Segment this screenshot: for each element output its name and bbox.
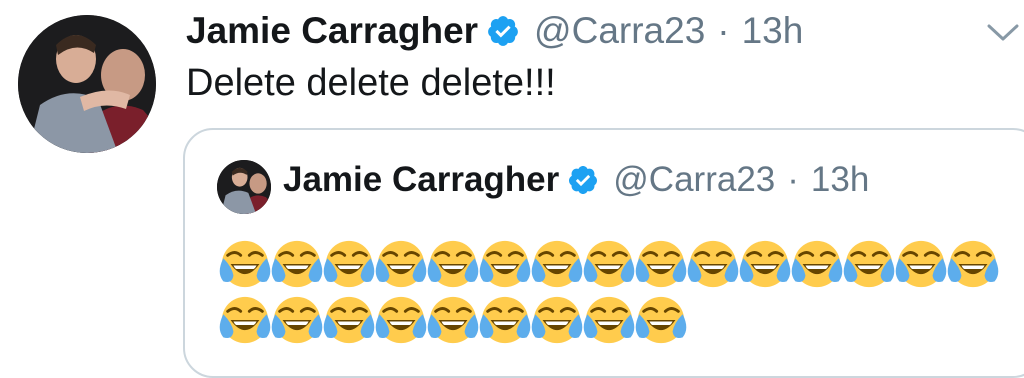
face-with-tears-of-joy-icon xyxy=(583,294,635,346)
face-with-tears-of-joy-icon xyxy=(635,294,687,346)
handle[interactable]: @Carra23 xyxy=(534,10,705,52)
timestamp[interactable]: 13h xyxy=(742,10,804,52)
verified-badge-icon xyxy=(486,14,520,48)
face-with-tears-of-joy-icon xyxy=(583,238,635,290)
face-with-tears-of-joy-icon xyxy=(375,238,427,290)
display-name[interactable]: Jamie Carragher xyxy=(186,10,478,52)
face-with-tears-of-joy-icon xyxy=(895,238,947,290)
face-with-tears-of-joy-icon xyxy=(531,238,583,290)
quoted-avatar[interactable] xyxy=(217,160,271,214)
face-with-tears-of-joy-icon xyxy=(791,238,843,290)
quoted-tweet-header: Jamie Carragher @Carra23 · 13h xyxy=(283,160,869,200)
quoted-tweet[interactable]: Jamie Carragher @Carra23 · 13h xyxy=(183,128,1024,378)
face-with-tears-of-joy-icon xyxy=(531,294,583,346)
face-with-tears-of-joy-icon xyxy=(219,294,271,346)
verified-badge-icon xyxy=(567,164,599,196)
tweet-text: Delete delete delete!!! xyxy=(186,62,556,104)
face-with-tears-of-joy-icon xyxy=(375,294,427,346)
face-with-tears-of-joy-icon xyxy=(947,238,999,290)
face-with-tears-of-joy-icon xyxy=(427,238,479,290)
tweet-header: Jamie Carragher @Carra23 · 13h xyxy=(186,10,803,52)
quoted-separator: · xyxy=(787,160,799,199)
face-with-tears-of-joy-icon xyxy=(219,238,271,290)
face-with-tears-of-joy-icon xyxy=(271,238,323,290)
emoji-row xyxy=(219,294,999,346)
emoji-text xyxy=(219,238,999,350)
avatar[interactable] xyxy=(18,15,156,153)
face-with-tears-of-joy-icon xyxy=(739,238,791,290)
face-with-tears-of-joy-icon xyxy=(687,238,739,290)
emoji-row xyxy=(219,238,999,290)
face-with-tears-of-joy-icon xyxy=(427,294,479,346)
face-with-tears-of-joy-icon xyxy=(479,238,531,290)
face-with-tears-of-joy-icon xyxy=(323,294,375,346)
quoted-handle[interactable]: @Carra23 xyxy=(613,160,775,200)
face-with-tears-of-joy-icon xyxy=(635,238,687,290)
quoted-timestamp[interactable]: 13h xyxy=(811,160,869,200)
face-with-tears-of-joy-icon xyxy=(843,238,895,290)
face-with-tears-of-joy-icon xyxy=(479,294,531,346)
face-with-tears-of-joy-icon xyxy=(271,294,323,346)
face-with-tears-of-joy-icon xyxy=(323,238,375,290)
quoted-display-name[interactable]: Jamie Carragher xyxy=(283,160,559,200)
separator: · xyxy=(717,10,730,51)
chevron-down-icon[interactable] xyxy=(986,22,1020,44)
